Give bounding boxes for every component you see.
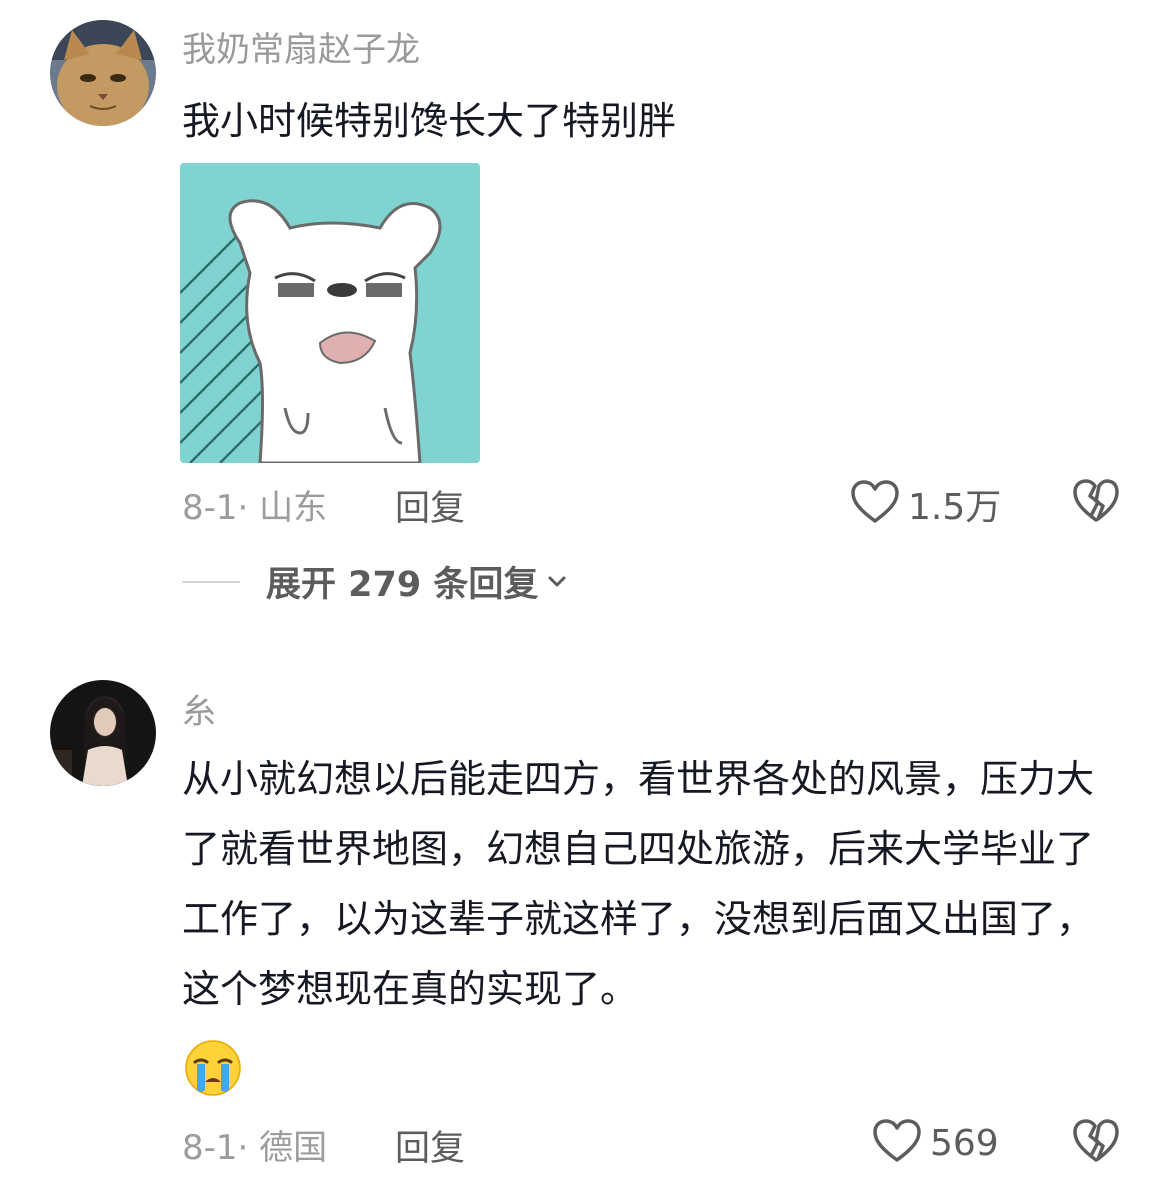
expand-replies-label: 展开 279 条回复	[266, 565, 539, 605]
dislike-button[interactable]	[1072, 1118, 1120, 1168]
avatar[interactable]	[50, 680, 156, 786]
reply-button[interactable]: 回复	[395, 480, 465, 531]
comment-text: 从小就幻想以后能走四方，看世界各处的风景，压力大了就看世界地图，幻想自己四处旅游…	[182, 757, 1095, 1011]
reply-button[interactable]: 回复	[395, 1120, 465, 1171]
like-button[interactable]: 569	[872, 1118, 999, 1168]
dislike-button[interactable]	[1072, 478, 1120, 528]
divider-line	[182, 580, 240, 583]
expand-replies[interactable]: 展开 279 条回复	[182, 556, 568, 607]
username[interactable]: 我奶常扇赵子龙	[182, 22, 420, 71]
broken-heart-icon	[1072, 1119, 1120, 1168]
comment-date-location: 8-1· 山东	[182, 488, 328, 528]
like-button[interactable]: 1.5万	[850, 478, 1001, 530]
broken-heart-icon	[1072, 479, 1120, 528]
like-count: 1.5万	[908, 487, 1002, 528]
crying-face-emoji	[183, 1038, 243, 1098]
heart-outline-icon	[850, 479, 900, 529]
comment-item: 我奶常扇赵子龙 我小时候特别馋长大了特别胖 8-1· 山东 回复 1.5万 展开…	[0, 0, 1170, 620]
sticker-image[interactable]	[180, 163, 480, 463]
username[interactable]: 糸	[182, 684, 216, 733]
comment-date-location: 8-1· 德国	[182, 1128, 328, 1168]
avatar[interactable]	[50, 20, 156, 126]
chevron-down-icon	[546, 571, 568, 593]
like-count: 569	[930, 1122, 999, 1164]
heart-outline-icon	[872, 1118, 922, 1168]
comment-text: 我小时候特别馋长大了特别胖	[182, 99, 677, 143]
comment-item: 糸 从小就幻想以后能走四方，看世界各处的风景，压力大了就看世界地图，幻想自己四处…	[0, 660, 1170, 1181]
